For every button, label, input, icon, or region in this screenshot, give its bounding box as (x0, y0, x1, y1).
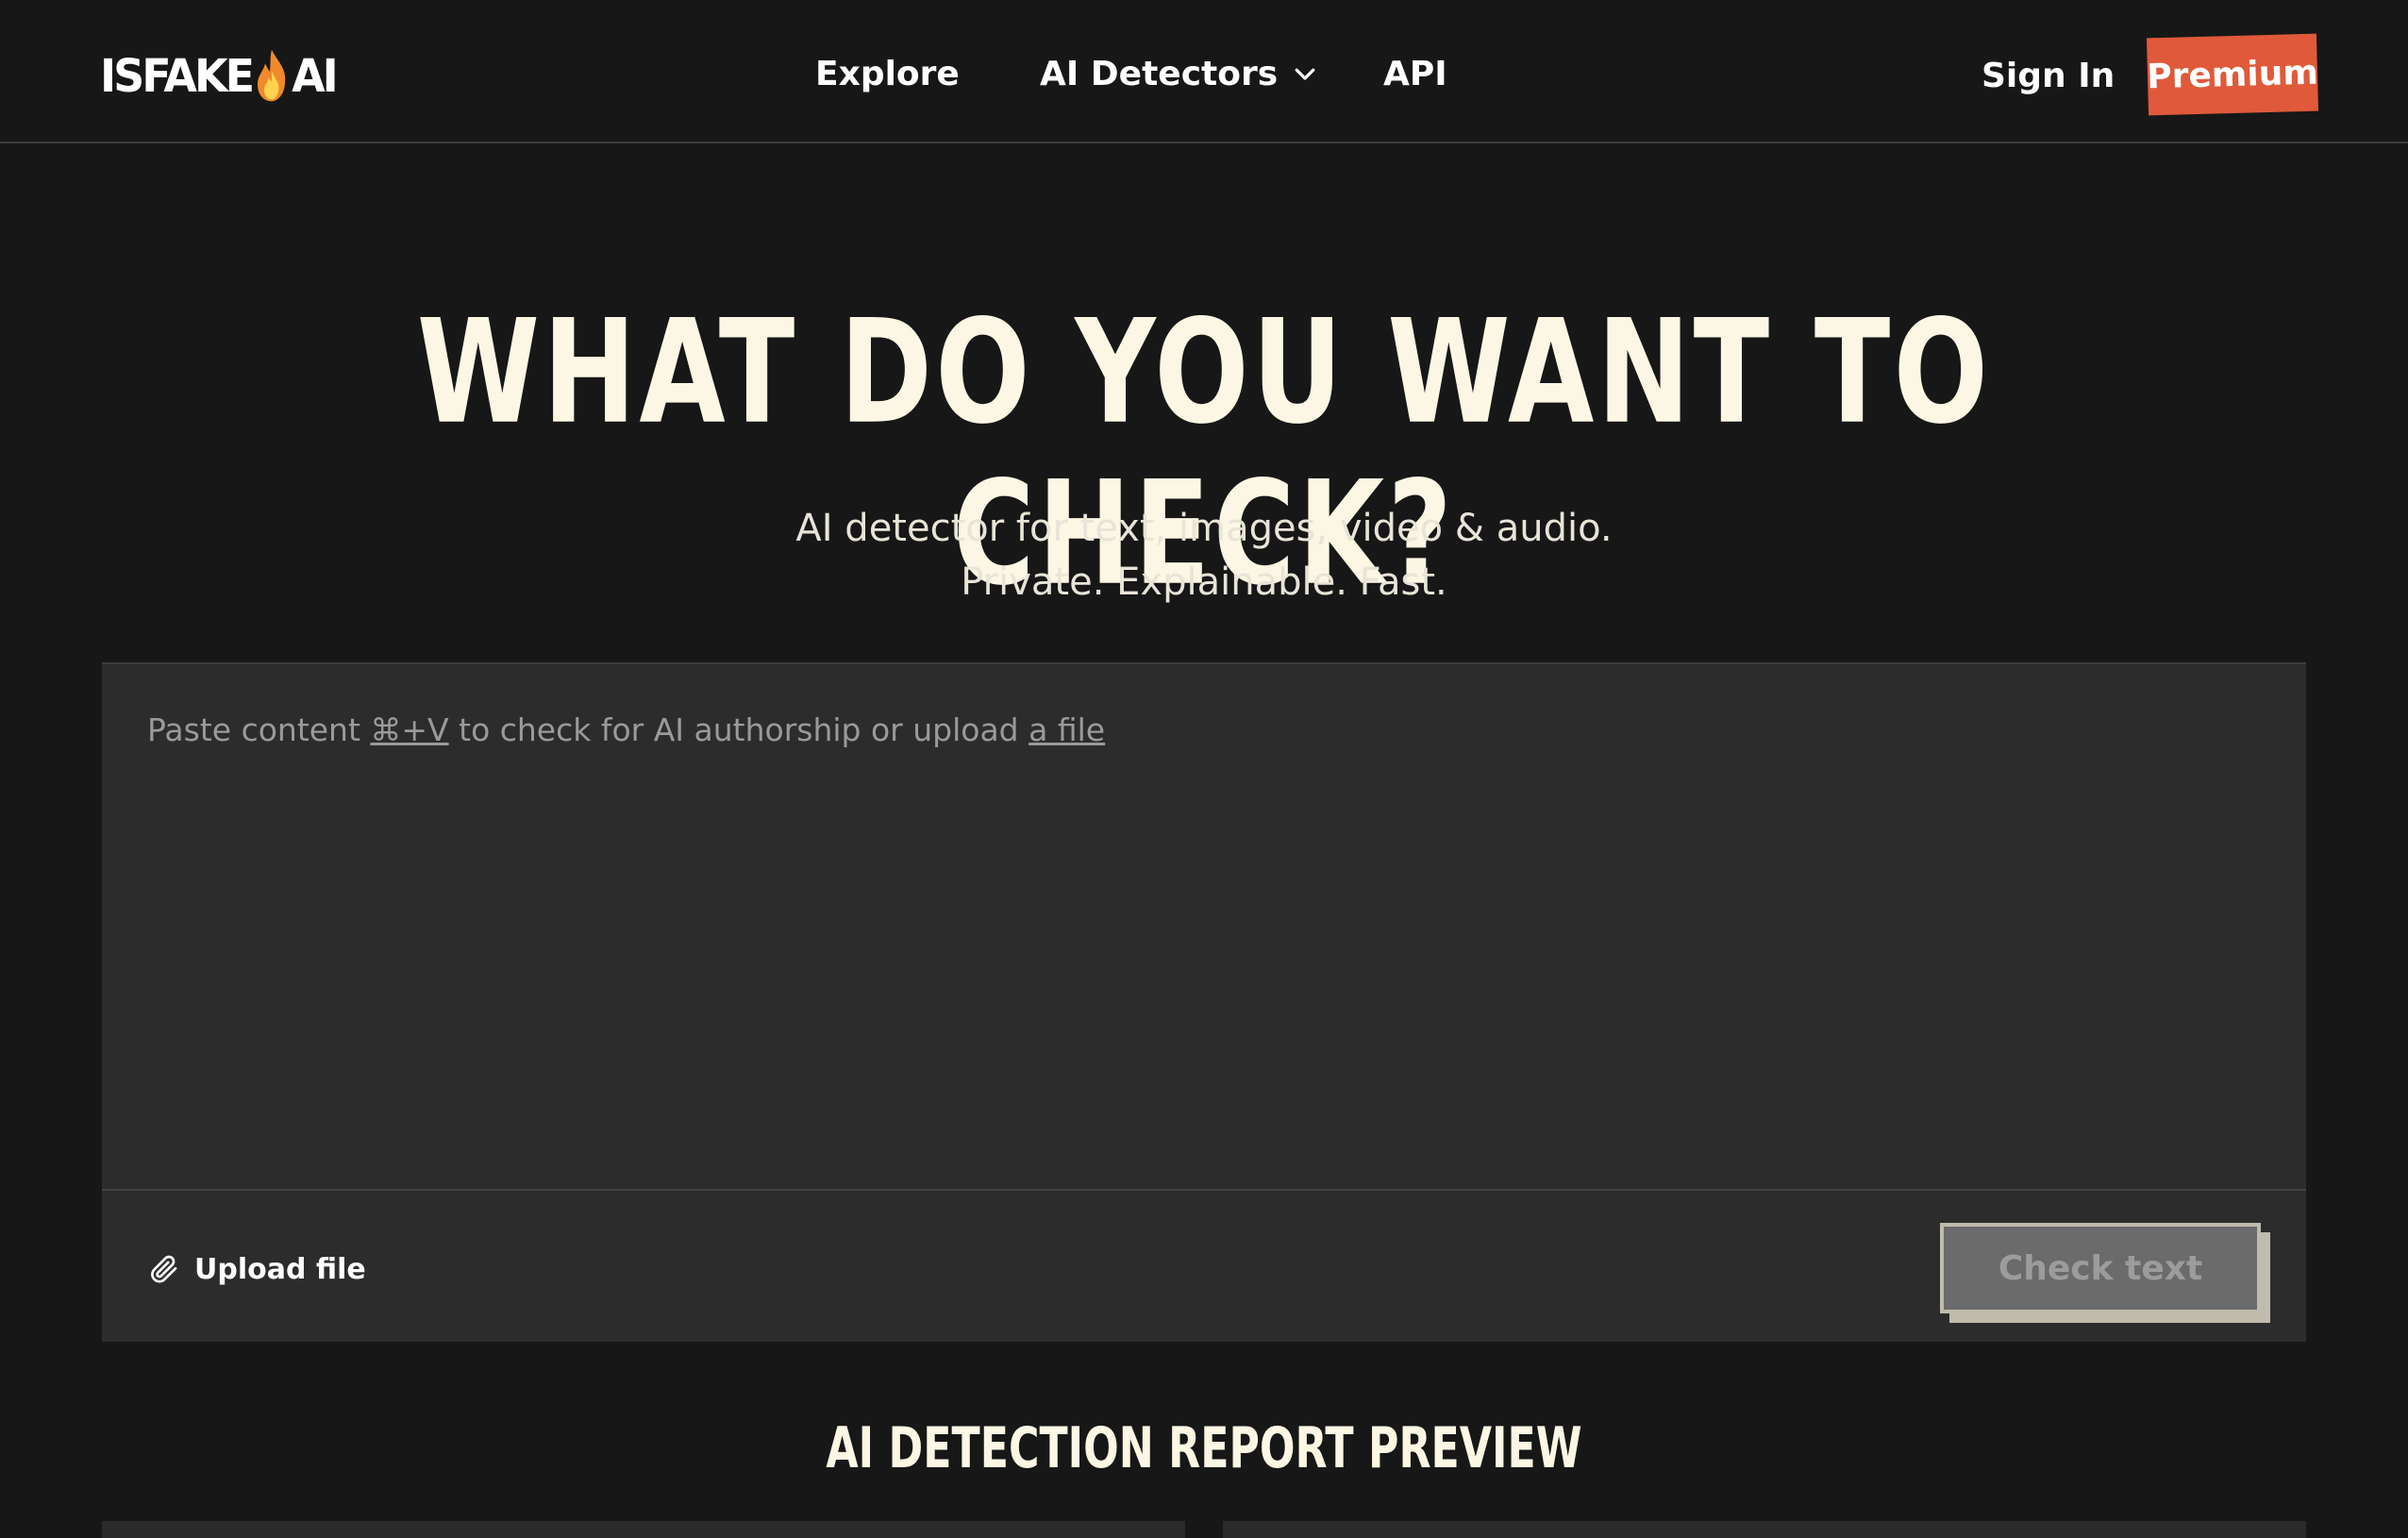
sign-in-link[interactable]: Sign In (1982, 49, 2115, 102)
premium-label: Premium (2146, 53, 2319, 96)
nav-api-label: API (1383, 54, 1447, 93)
content-input-panel: Paste content ⌘+V to check for AI author… (102, 662, 2306, 1342)
upload-file-label: Upload file (194, 1252, 366, 1286)
upload-file-button[interactable]: Upload file (147, 1245, 366, 1293)
check-text-button-wrapper: Check text (1940, 1223, 2270, 1323)
hero-subtitle-line2: Private. Explainable. Fast. (961, 560, 1447, 604)
upload-file-link[interactable]: a file (1028, 711, 1105, 748)
paperclip-icon (151, 1255, 177, 1283)
nav-explore-label: Explore (815, 54, 960, 93)
sign-in-label: Sign In (1982, 56, 2115, 95)
check-text-label: Check text (1998, 1248, 2203, 1288)
nav-explore[interactable]: Explore (815, 49, 960, 98)
hero-subtitle-line1: AI detector for text, images, video & au… (795, 507, 1613, 550)
placeholder-middle: to check for AI authorship or upload (448, 711, 1029, 748)
content-textarea[interactable]: Paste content ⌘+V to check for AI author… (102, 664, 2306, 1191)
hero-subtitle: AI detector for text, images, video & au… (0, 502, 2408, 610)
page: ISFAKE AI Explore AI Detectors API Sign (0, 0, 2408, 1538)
nav-ai-detectors-dropdown[interactable]: AI Detectors (1040, 49, 1319, 98)
textarea-placeholder: Paste content ⌘+V to check for AI author… (147, 711, 1105, 748)
site-header: ISFAKE AI Explore AI Detectors API Sign (0, 0, 2408, 143)
premium-button[interactable]: Premium (2146, 33, 2319, 116)
report-preview-card-left (102, 1521, 1185, 1538)
report-preview-title: AI DETECTION REPORT PREVIEW (826, 1415, 1582, 1481)
placeholder-prefix: Paste content (147, 711, 371, 748)
check-text-button[interactable]: Check text (1940, 1223, 2261, 1313)
report-preview-card-right (1223, 1521, 2306, 1538)
nav-ai-detectors-label: AI Detectors (1040, 54, 1279, 93)
chevron-down-icon (1295, 68, 1315, 80)
paste-shortcut: ⌘+V (370, 711, 449, 748)
nav-api[interactable]: API (1383, 49, 1447, 98)
